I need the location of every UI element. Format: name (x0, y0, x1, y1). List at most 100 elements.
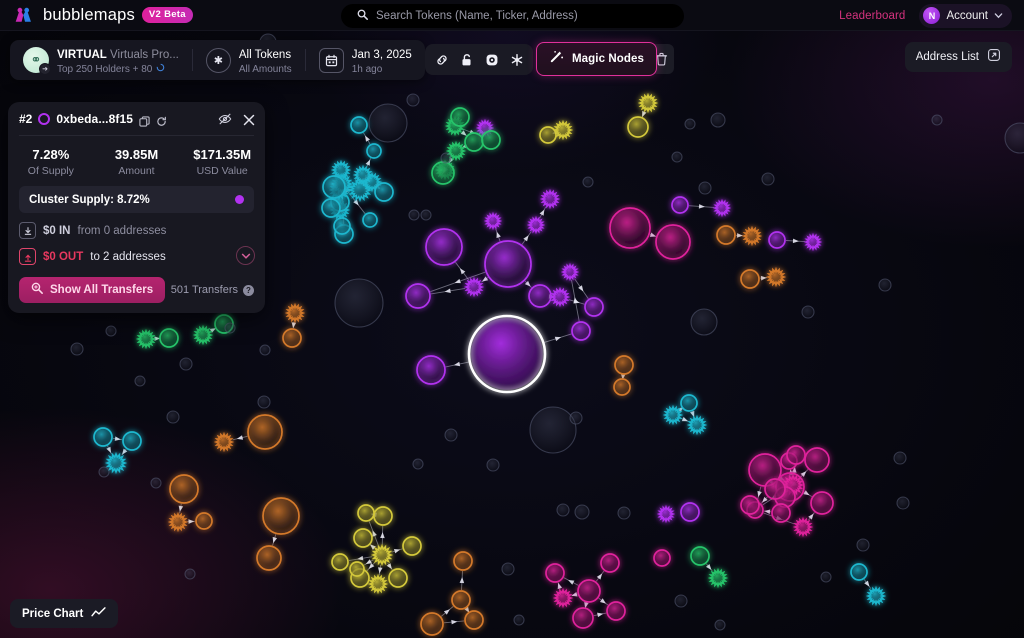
bubble-node[interactable] (185, 569, 195, 579)
bubble-node[interactable] (485, 241, 531, 287)
bubble-node[interactable] (160, 329, 178, 347)
bubble-node[interactable] (715, 201, 729, 215)
bubble-node[interactable] (432, 162, 454, 184)
bubble-node[interactable] (406, 284, 430, 308)
bubble-node[interactable] (857, 539, 869, 551)
bubble-node[interactable] (715, 620, 725, 630)
bubble-node[interactable] (257, 546, 281, 570)
bubble-node[interactable] (802, 306, 814, 318)
target-icon[interactable] (480, 48, 503, 71)
bubble-node[interactable] (332, 554, 348, 570)
bubble-node[interactable] (787, 446, 805, 464)
token-selector[interactable]: ⚭ ➜ VIRTUAL Virtuals Pro... Top 250 Hold… (10, 40, 192, 80)
bubble-node[interactable] (601, 554, 619, 572)
bubble-node[interactable] (106, 326, 116, 336)
bubble-node[interactable] (451, 108, 469, 126)
bubble-node[interactable] (654, 550, 670, 566)
bubble-node[interactable] (258, 396, 270, 408)
bubble-node[interactable] (772, 504, 790, 522)
bubble-node[interactable] (216, 434, 232, 450)
leaderboard-link[interactable]: Leaderboard (839, 10, 905, 22)
snowflake-icon[interactable] (505, 48, 528, 71)
bubble-node[interactable] (151, 478, 161, 488)
bubble-node[interactable] (681, 503, 699, 521)
bubble-node[interactable] (675, 595, 687, 607)
bubble-node[interactable] (350, 562, 364, 576)
bubble-node[interactable] (540, 127, 556, 143)
bubble-node[interactable] (795, 519, 811, 535)
bubble-node[interactable] (407, 94, 419, 106)
bubble-node[interactable] (542, 191, 558, 207)
bubble-node[interactable] (170, 475, 198, 503)
bubble-node[interactable] (421, 613, 443, 635)
bubble-node[interactable] (486, 214, 500, 228)
address-list-button[interactable]: Address List (905, 42, 1012, 72)
bubble-node[interactable] (681, 395, 697, 411)
bubble-node[interactable] (607, 602, 625, 620)
bubble-node[interactable] (806, 235, 820, 249)
bubble-node[interactable] (323, 176, 345, 198)
bubble-node[interactable] (573, 608, 593, 628)
bubble-node[interactable] (375, 183, 393, 201)
bubble-node[interactable] (445, 429, 457, 441)
bubble-node[interactable] (1005, 123, 1024, 153)
bubble-node[interactable] (741, 270, 759, 288)
unlock-icon[interactable] (455, 48, 478, 71)
bubble-node[interactable] (557, 504, 569, 516)
magic-nodes-button[interactable]: Magic Nodes (536, 42, 657, 76)
bubble-node[interactable] (421, 210, 431, 220)
bubble-node[interactable] (283, 329, 301, 347)
bubble-node[interactable] (358, 505, 374, 521)
link-icon[interactable] (430, 48, 453, 71)
bubble-node[interactable] (685, 119, 695, 129)
bubble-node[interactable] (805, 448, 829, 472)
chevron-down-icon[interactable] (236, 246, 255, 265)
bubble-node[interactable] (466, 279, 482, 295)
close-icon[interactable] (243, 113, 255, 131)
bubble-node[interactable] (570, 412, 582, 424)
bubble-node[interactable] (441, 153, 451, 163)
bubble-node[interactable] (363, 213, 377, 227)
bubble-node[interactable] (529, 218, 543, 232)
bubble-node[interactable] (583, 177, 593, 187)
bubble-node[interactable] (765, 479, 785, 499)
help-icon[interactable]: ? (243, 285, 254, 296)
bubble-node[interactable] (578, 580, 600, 602)
bubble-node[interactable] (618, 507, 630, 519)
bubble-node[interactable] (628, 117, 648, 137)
bubble-node[interactable] (454, 552, 472, 570)
price-chart-button[interactable]: Price Chart (10, 599, 118, 628)
bubble-node[interactable] (710, 570, 726, 586)
bubble-node[interactable] (530, 407, 576, 453)
bubble-node[interactable] (370, 576, 386, 592)
bubble-node[interactable] (585, 298, 603, 316)
bubble-node[interactable] (482, 131, 500, 149)
bubble-node[interactable] (355, 167, 371, 183)
bubble-node[interactable] (659, 507, 673, 521)
bubble-node[interactable] (452, 591, 470, 609)
bubble-node[interactable] (563, 265, 577, 279)
bubble-node[interactable] (615, 356, 633, 374)
bubble-node[interactable] (552, 289, 568, 305)
bubble-node[interactable] (334, 218, 350, 234)
bubble-node[interactable] (897, 497, 909, 509)
bubble-node[interactable] (465, 133, 483, 151)
bubble-node[interactable] (932, 115, 942, 125)
token-amount-filter[interactable]: ✱ All Tokens All Amounts (193, 40, 305, 80)
bubble-node[interactable] (135, 376, 145, 386)
bubble-node[interactable] (811, 492, 833, 514)
bubble-node[interactable] (821, 572, 831, 582)
bubble-node[interactable] (699, 182, 711, 194)
bubble-node[interactable] (614, 379, 630, 395)
bubble-node[interactable] (768, 269, 784, 285)
bubble-node[interactable] (167, 411, 179, 423)
search-input[interactable] (376, 10, 656, 22)
bubble-node[interactable] (195, 327, 211, 343)
bubble-node[interactable] (426, 229, 462, 265)
bubble-node[interactable] (546, 564, 564, 582)
bubble-node[interactable] (469, 316, 545, 392)
copy-icon[interactable] (139, 114, 150, 125)
bubble-node[interactable] (851, 564, 867, 580)
bubble-node[interactable] (99, 467, 109, 477)
bubble-node[interactable] (610, 208, 650, 248)
